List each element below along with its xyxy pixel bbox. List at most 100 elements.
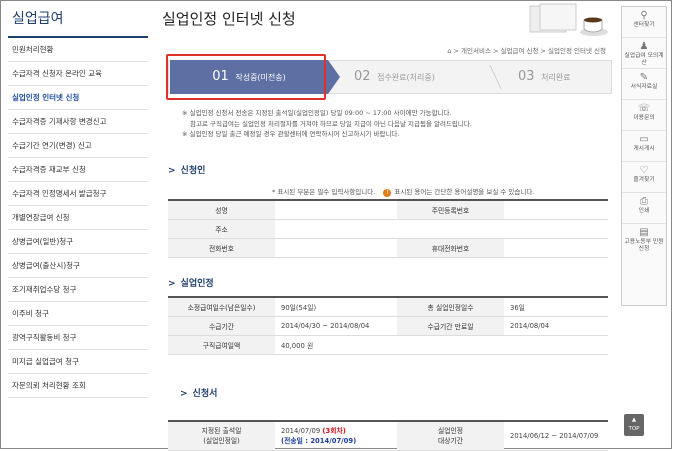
phone-value	[275, 238, 397, 258]
daily-benefit-label: 구직급여일액	[168, 335, 275, 355]
legend-required: * 표시된 부분은 필수 입력사항입니다.	[272, 188, 376, 196]
sidebar-item[interactable]: 이주비 청구	[8, 302, 148, 326]
sidebar-item[interactable]: 상병급여(출산시)청구	[8, 254, 148, 278]
sidebar-item[interactable]: 수급기간 연기(변경) 신고	[8, 134, 148, 158]
table-row: 구직급여일액 40,000 원	[168, 335, 608, 355]
quick-label: 즐겨찾기	[633, 177, 655, 183]
legend-help: 표시된 용어는 간단한 용어설명을 보실 수 있습니다.	[394, 188, 535, 196]
sidebar-item[interactable]: 수급자격 신청자 온라인 교육	[8, 62, 148, 86]
sidebar-item-active[interactable]: 실업인정 인터넷 신청	[8, 86, 148, 110]
section-applicant-title: > 신청인	[168, 163, 205, 176]
arrow-up-icon: ▲	[631, 417, 637, 423]
quick-print[interactable]: ⎙ 인쇄	[622, 193, 666, 224]
step-3: 03 처리완료	[518, 60, 608, 94]
quick-inquiry[interactable]: ☏ 이용문의	[622, 100, 666, 131]
applicant-table: 성명 주민등록번호 주소 전화번호 휴대전화번호	[168, 199, 608, 258]
edit-icon: ✎	[639, 72, 649, 83]
step-3-number: 03	[518, 69, 535, 84]
scroll-top-button[interactable]: ▲ TOP	[624, 414, 644, 436]
table-row: 주소	[168, 219, 608, 239]
form-legend: * 표시된 부분은 필수 입력사항입니다. ! 표시된 용어는 간단한 용어설명을…	[272, 186, 534, 197]
sidebar-item[interactable]: 수급자격증 기재사항 변경신고	[8, 110, 148, 134]
table-row: 성명 주민등록번호	[168, 200, 608, 220]
sidebar-item[interactable]: 상병급여(일반)청구	[8, 230, 148, 254]
quick-label: 이용문의	[633, 115, 655, 121]
ssn-label: 주민등록번호	[397, 200, 504, 220]
top-label: TOP	[628, 426, 640, 432]
benefit-days-label: 소정급여일수(남은일수)	[168, 297, 275, 317]
quick-center-search[interactable]: ⚲ 센터찾기	[622, 7, 666, 38]
chevron-right-icon: >	[168, 279, 176, 289]
quick-menu: ⚲ 센터찾기 ♟ 실업급여 모의계산 ✎ 서식자료실 ☏ 이용문의 ▭ 게시게시 ♡ 즐겨찾…	[621, 6, 667, 306]
section-recognition-title: > 실업인정	[168, 276, 214, 289]
notice-line: ※ 실업인정 당일 출근 예정일 경우 관할센터에 연락하시어 신고하시기 바랍…	[182, 130, 400, 138]
sidebar-list: 민원처리현황 수급자격 신청자 온라인 교육 실업인정 인터넷 신청 수급자격증…	[8, 38, 148, 398]
step-2: 02 접수완료(처리중)	[354, 60, 464, 94]
highlight-box	[166, 54, 326, 100]
info-icon: !	[383, 189, 392, 197]
quick-label: 실업급여 모의계산	[624, 53, 664, 66]
notice-line: ※ 실업인정 신청서 전송은 지정된 출석일(실업인정일) 당일 09:00 ~…	[182, 109, 452, 117]
designated-round: (3회차)	[322, 427, 346, 435]
name-value	[275, 200, 397, 220]
quick-benefit-calc[interactable]: ♟ 실업급여 모의계산	[622, 38, 666, 69]
designated-date-value: 2014/07/09 (3회차) (전송일 : 2014/07/09)	[275, 421, 397, 451]
sidebar-item[interactable]: 미지급 실업급여 청구	[8, 350, 148, 374]
page-title: 실업인정 인터넷 신청	[162, 10, 296, 28]
designated-date-label: 지정된 출석일 (실업인정일)	[168, 421, 275, 451]
step-2-number: 02	[354, 69, 371, 84]
target-period-label: 실업인정 대상기간	[397, 421, 504, 451]
expiry-value: 2014/08/04	[504, 316, 608, 336]
expiry-label: 수급기간 만료일	[397, 316, 504, 336]
quick-label: 게시게시	[633, 146, 655, 152]
print-icon: ⎙	[640, 196, 648, 207]
sidebar-item[interactable]: 조기재취업수당 청구	[8, 278, 148, 302]
sidebar-item[interactable]: 민원처리현황	[8, 38, 148, 62]
sidebar-item[interactable]: 광역구직활동비 청구	[8, 326, 148, 350]
main-content: 실업인정 인터넷 신청 ⌂ > 개인서비스 > 실업급여 신청 > 실업인정 인…	[162, 0, 614, 451]
notice-line: 참고로 구직급여는 실업인정 처리절차를 거쳐야 하므로 당일 지급이 아닌 다…	[190, 119, 472, 128]
daily-benefit-value: 40,000 원	[275, 335, 608, 355]
coffee-cup-illustration	[529, 3, 608, 36]
quick-moel-petition[interactable]: ▤ 고용노동부 민원신청	[622, 224, 666, 264]
application-table: 지정된 출석일 (실업인정일) 2014/07/09 (3회차) (전송일 : …	[168, 420, 608, 451]
quick-forms[interactable]: ✎ 서식자료실	[622, 69, 666, 100]
table-row: 수급기간 2014/04/30 ~ 2014/08/04 수급기간 만료일 20…	[168, 316, 608, 336]
quick-label: 센터찾기	[633, 22, 655, 28]
target-period-value: 2014/06/12 ~ 2014/07/09	[504, 421, 608, 451]
quick-label: 고용노동부 민원신청	[624, 239, 664, 252]
sidebar-item[interactable]: 개별연장급여 신청	[8, 206, 148, 230]
period-label: 수급기간	[168, 316, 275, 336]
table-row: 전화번호 휴대전화번호	[168, 238, 608, 258]
heart-icon: ♡	[639, 165, 649, 176]
step-3-label: 처리완료	[541, 73, 571, 82]
phone-label: 전화번호	[168, 238, 275, 258]
chevron-right-icon: >	[168, 166, 176, 176]
sidebar-title: 실업급여	[8, 6, 148, 38]
sent-date: (전송일 : 2014/07/09)	[281, 437, 357, 445]
quick-label: 서식자료실	[630, 84, 658, 90]
chevron-right-icon: >	[180, 389, 188, 399]
quick-favorites[interactable]: ♡ 즐겨찾기	[622, 162, 666, 193]
person-icon: ♟	[639, 41, 649, 52]
section-application-title: > 신청서	[180, 386, 217, 399]
document-icon: ▤	[639, 227, 649, 238]
sidebar-item[interactable]: 수급자격 인정명세서 발급청구	[8, 182, 148, 206]
designated-date: 2014/07/09	[281, 427, 321, 435]
breadcrumb: ⌂ > 개인서비스 > 실업급여 신청 > 실업인정 인터넷 신청	[447, 47, 606, 55]
benefit-days-value: 90일(54일)	[275, 297, 397, 317]
quick-board[interactable]: ▭ 게시게시	[622, 131, 666, 162]
name-label: 성명	[168, 200, 275, 220]
quick-label: 인쇄	[638, 208, 650, 214]
address-label: 주소	[168, 219, 275, 239]
sidebar-item[interactable]: 수급자격증 재교부 신청	[8, 158, 148, 182]
section-recognition-label: 실업인정	[180, 279, 214, 289]
chat-icon: ☏	[637, 103, 651, 114]
notice-list: ※ 실업인정 신청서 전송은 지정된 출석일(실업인정일) 당일 09:00 ~…	[182, 108, 472, 140]
sidebar-item[interactable]: 자문의뢰 처리현황 조회	[8, 374, 148, 398]
board-icon: ▭	[639, 134, 649, 145]
section-application-label: 신청서	[192, 389, 218, 399]
location-pin-icon: ⚲	[640, 10, 648, 21]
mobile-label: 휴대전화번호	[397, 238, 504, 258]
total-days-value: 36일	[504, 297, 608, 317]
